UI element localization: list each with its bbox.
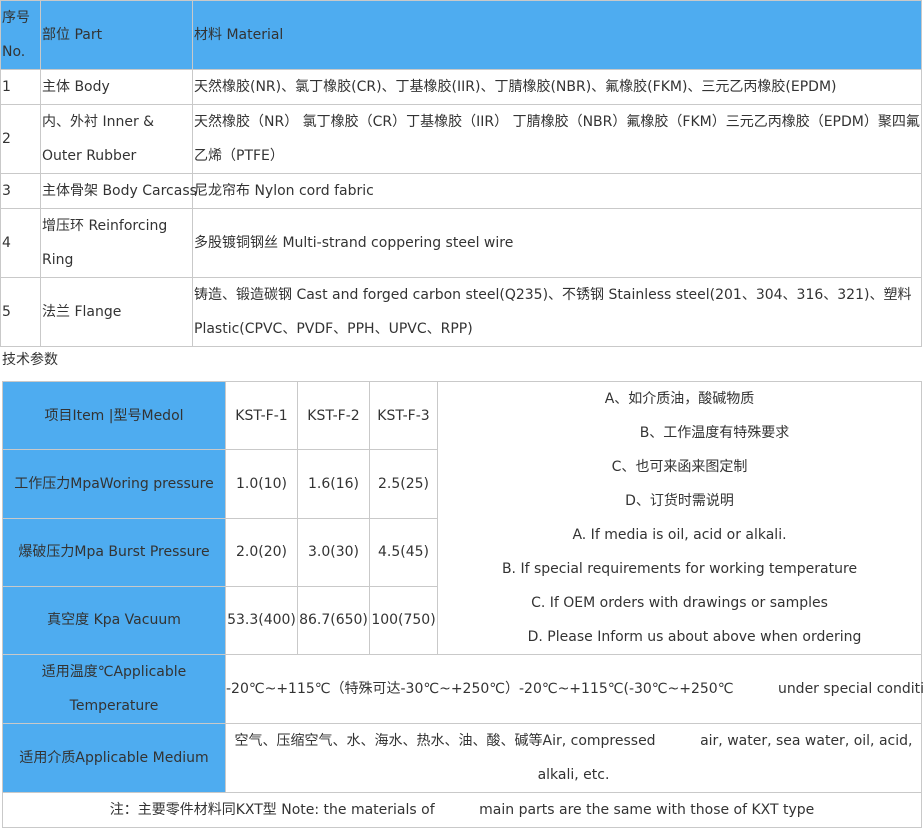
row-label: 工作压力MpaWoring pressure (2, 449, 226, 519)
row-no: 4 (0, 208, 41, 278)
ordering-notes: A、如介质油，酸碱物质 B、工作温度有特殊要求 C、也可来函来图定制 D、订货时… (437, 381, 922, 655)
model-kst-f-1: KST-F-1 (225, 380, 298, 451)
row-value: 1.0(10) (225, 449, 298, 519)
row-material: 天然橡胶(NR)、氯丁橡胶(CR)、丁基橡胶(IIR)、丁腈橡胶(NBR)、氟橡… (192, 69, 922, 105)
row-no: 1 (0, 69, 41, 105)
row-part: 增压环 Reinforcing Ring (40, 208, 193, 278)
model-kst-f-3: KST-F-3 (369, 380, 438, 451)
row-part: 法兰 Flange (40, 277, 193, 347)
parts-table: 序号 No. 部位 Part 材料 Material 1 主体 Body 天然橡… (0, 0, 922, 347)
row-material: 多股镀铜钢丝 Multi-strand coppering steel wire (192, 208, 922, 278)
note-b-cn: B、工作温度有特殊要求 (639, 425, 790, 441)
row-value: 100(750) (369, 585, 438, 656)
row-no: 3 (0, 173, 41, 209)
note-d-en: D. Please Inform us about above when ord… (527, 629, 862, 645)
medium-label: 适用介质Applicable Medium (2, 723, 226, 793)
table-row: 1 主体 Body 天然橡胶(NR)、氯丁橡胶(CR)、丁基橡胶(IIR)、丁腈… (0, 69, 922, 105)
header-item-model: 项目Item |型号Medol (2, 380, 226, 451)
row-value: 2.5(25) (369, 449, 438, 519)
row-material: 天然橡胶（NR） 氯丁橡胶（CR）丁基橡胶（IIR） 丁腈橡胶（NBR）氟橡胶（… (192, 104, 922, 174)
row-value: 4.5(45) (369, 517, 438, 587)
table-row: 注：主要零件材料同KXT型 Note: the materials of mai… (2, 792, 922, 828)
row-part: 主体骨架 Body Carcass (40, 173, 197, 209)
note-d-cn: D、订货时需说明 (625, 493, 734, 509)
header-no: 序号 No. (0, 0, 41, 70)
header-material: 材料 Material (192, 0, 922, 70)
medium-value: 空气、压缩空气、水、海水、热水、油、酸、碱等Air, compressed ai… (225, 723, 922, 793)
row-material: 尼龙帘布 Nylon cord fabric (192, 173, 922, 209)
row-label: 爆破压力Mpa Burst Pressure (2, 517, 226, 587)
table-row: 适用温度℃Applicable Temperature -20℃~+115℃（特… (2, 654, 924, 724)
note-c-cn: C、也可来函来图定制 (611, 459, 748, 475)
row-label: 真空度 Kpa Vacuum (2, 585, 226, 656)
header-part: 部位 Part (40, 0, 193, 70)
note-a-cn: A、如介质油，酸碱物质 (604, 391, 755, 407)
page: 序号 No. 部位 Part 材料 Material 1 主体 Body 天然橡… (0, 0, 924, 830)
row-no: 2 (0, 104, 41, 174)
note-a-en: A. If media is oil, acid or alkali. (572, 527, 787, 543)
temperature-label: 适用温度℃Applicable Temperature (2, 654, 226, 724)
note-c-en: C. If OEM orders with drawings or sample… (531, 595, 828, 611)
row-part: 主体 Body (40, 69, 193, 105)
parts-table-header: 序号 No. 部位 Part 材料 Material (0, 0, 922, 70)
tech-header-row: 项目Item |型号Medol KST-F-1 KST-F-2 KST-F-3 … (2, 380, 922, 655)
model-kst-f-2: KST-F-2 (297, 380, 370, 451)
note-b-en: B. If special requirements for working t… (501, 561, 858, 577)
table-row: 2 内、外衬 Inner & Outer Rubber 天然橡胶（NR） 氯丁橡… (0, 104, 922, 174)
row-material: 铸造、锻造碳钢 Cast and forged carbon steel(Q23… (192, 277, 922, 347)
row-value: 1.6(16) (297, 449, 370, 519)
table-row: 4 增压环 Reinforcing Ring 多股镀铜钢丝 Multi-stra… (0, 208, 922, 278)
temperature-value: -20℃~+115℃（特殊可达-30℃~+250℃）-20℃~+115℃(-30… (225, 654, 924, 724)
table-row: 3 主体骨架 Body Carcass 尼龙帘布 Nylon cord fabr… (0, 173, 922, 209)
row-part: 内、外衬 Inner & Outer Rubber (40, 104, 193, 174)
table-row: 5 法兰 Flange 铸造、锻造碳钢 Cast and forged carb… (0, 277, 922, 347)
row-value: 2.0(20) (225, 517, 298, 587)
row-no: 5 (0, 277, 41, 347)
tech-params-table: 项目Item |型号Medol KST-F-1 KST-F-2 KST-F-3 … (2, 380, 924, 828)
row-value: 3.0(30) (297, 517, 370, 587)
row-value: 53.3(400) (225, 585, 298, 656)
row-value: 86.7(650) (297, 585, 370, 656)
footnote: 注：主要零件材料同KXT型 Note: the materials of mai… (2, 792, 922, 828)
table-row: 适用介质Applicable Medium 空气、压缩空气、水、海水、热水、油、… (2, 723, 922, 793)
section-title: 技术参数 (2, 352, 58, 368)
